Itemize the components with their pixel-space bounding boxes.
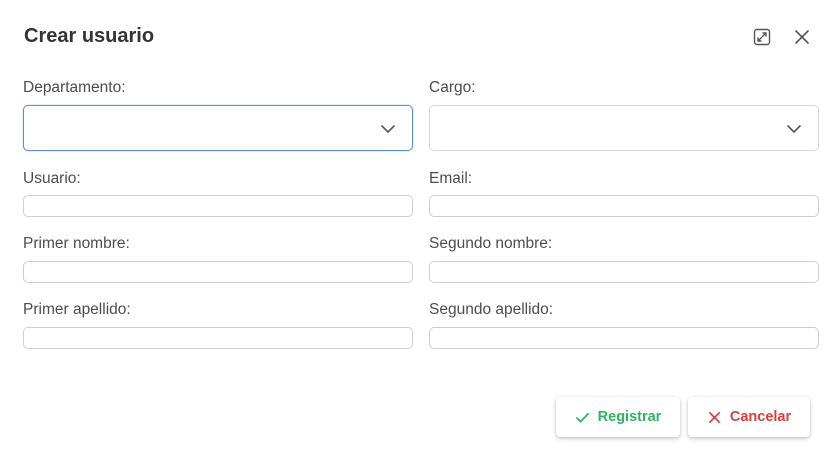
segundo-nombre-input[interactable] [429,261,819,283]
cancel-button[interactable]: Cancelar [688,397,810,437]
expand-icon[interactable] [752,27,772,47]
primer-nombre-label: Primer nombre: [23,235,130,252]
segundo-apellido-label: Segundo apellido: [429,301,554,318]
segundo-nombre-label: Segundo nombre: [429,235,553,252]
dialog-title: Crear usuario [24,25,155,47]
email-label: Email: [429,170,473,187]
segundo-apellido-input[interactable] [429,327,819,349]
close-icon[interactable] [792,27,812,47]
x-icon [707,410,722,425]
usuario-label: Usuario: [23,170,81,187]
primer-nombre-input[interactable] [23,261,413,283]
chevron-down-icon [786,121,802,137]
email-input[interactable] [429,195,819,217]
primer-apellido-label: Primer apellido: [23,301,131,318]
register-label: Registrar [597,409,662,425]
register-button[interactable]: Registrar [556,397,680,437]
cargo-select[interactable] [429,105,819,151]
usuario-input[interactable] [23,195,413,217]
cargo-label: Cargo: [429,79,476,96]
departamento-select[interactable] [23,105,413,151]
chevron-down-icon [380,121,396,137]
departamento-label: Departamento: [23,79,126,96]
check-icon [575,410,590,425]
create-user-dialog: Crear usuario Departamento: Cargo: Usuar… [0,0,835,458]
cancel-label: Cancelar [729,409,792,425]
primer-apellido-input[interactable] [23,327,413,349]
